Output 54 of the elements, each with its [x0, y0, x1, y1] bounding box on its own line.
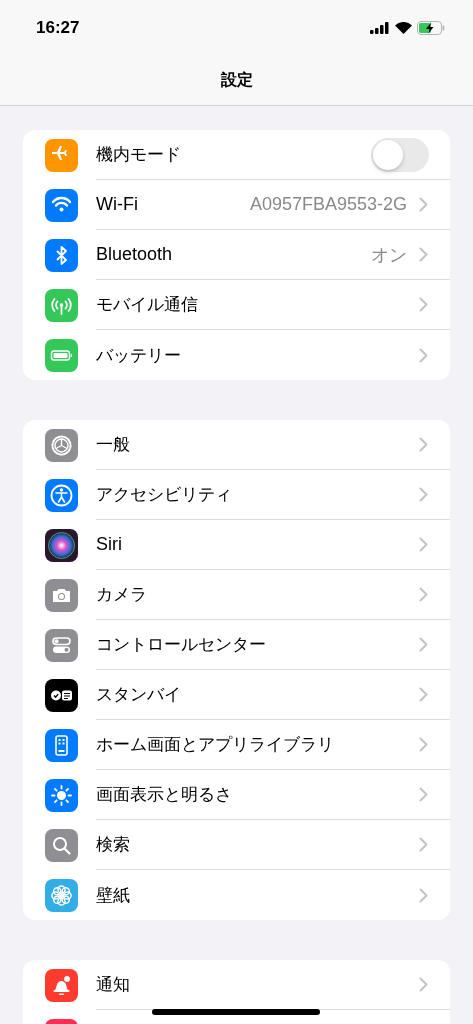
setting-label: 検索: [96, 833, 131, 856]
setting-label: ホーム画面とアプリライブラリ: [96, 733, 335, 756]
chevron-icon: [419, 347, 428, 363]
chevron-icon: [419, 977, 428, 992]
chevron-icon: [419, 487, 428, 502]
battery-icon: [417, 20, 445, 35]
wifi-icon: [395, 21, 412, 34]
signal-icon: [370, 21, 390, 34]
setting-label: 通知: [96, 973, 131, 996]
settings-row[interactable]: Bluetooth オン: [23, 230, 450, 280]
setting-label: バッテリー: [96, 343, 182, 367]
setting-label: 一般: [96, 433, 131, 456]
setting-label: カメラ: [96, 583, 148, 606]
status-time: 16:27: [36, 17, 80, 38]
setting-label: Wi-Fi: [96, 194, 139, 215]
chevron-icon: [419, 637, 428, 652]
setting-label: 壁紙: [96, 883, 131, 907]
setting-label: 機内モード: [96, 143, 182, 166]
chevron-icon: [419, 837, 428, 852]
chevron-icon: [419, 537, 428, 552]
setting-label: Bluetooth: [96, 244, 174, 265]
chevron-icon: [419, 437, 428, 452]
settings-row[interactable]: アクセシビリティ: [23, 470, 450, 520]
settings-row[interactable]: 画面表示と明るさ: [23, 770, 450, 820]
setting-label: アクセシビリティ: [96, 483, 233, 506]
chevron-icon: [419, 887, 428, 903]
chevron-icon: [419, 587, 428, 602]
settings-row[interactable]: バッテリー: [23, 330, 450, 380]
toggle-switch[interactable]: [371, 137, 429, 172]
chevron-icon: [419, 247, 428, 262]
chevron-icon: [419, 737, 428, 752]
settings-row[interactable]: カメラ: [23, 570, 450, 620]
settings-row[interactable]: 検索: [23, 820, 450, 870]
settings-row[interactable]: 機内モード: [23, 130, 450, 180]
chevron-icon: [419, 197, 428, 212]
settings-row[interactable]: モバイル通信: [23, 280, 450, 330]
setting-label: コントロールセンター: [96, 633, 267, 656]
setting-value: A0957FBA9553-2G: [249, 194, 407, 215]
setting-label: Siri: [96, 534, 123, 555]
nav-title: 設定: [220, 69, 253, 91]
settings-row[interactable]: 壁紙: [23, 870, 450, 920]
setting-label: モバイル通信: [96, 293, 199, 316]
settings-row[interactable]: ホーム画面とアプリライブラリ: [23, 720, 450, 770]
chevron-icon: [419, 297, 428, 312]
settings-row[interactable]: Wi-Fi A0957FBA9553-2G: [23, 180, 450, 230]
settings-row[interactable]: コントロールセンター: [23, 620, 450, 670]
chevron-icon: [419, 687, 428, 702]
settings-row[interactable]: 一般: [23, 420, 450, 470]
settings-row[interactable]: スタンバイ: [23, 670, 450, 720]
setting-value: オン: [371, 243, 407, 267]
setting-label: 画面表示と明るさ: [96, 783, 233, 806]
setting-label: スタンバイ: [96, 683, 182, 706]
chevron-icon: [419, 787, 428, 802]
settings-row[interactable]: Siri: [23, 520, 450, 570]
